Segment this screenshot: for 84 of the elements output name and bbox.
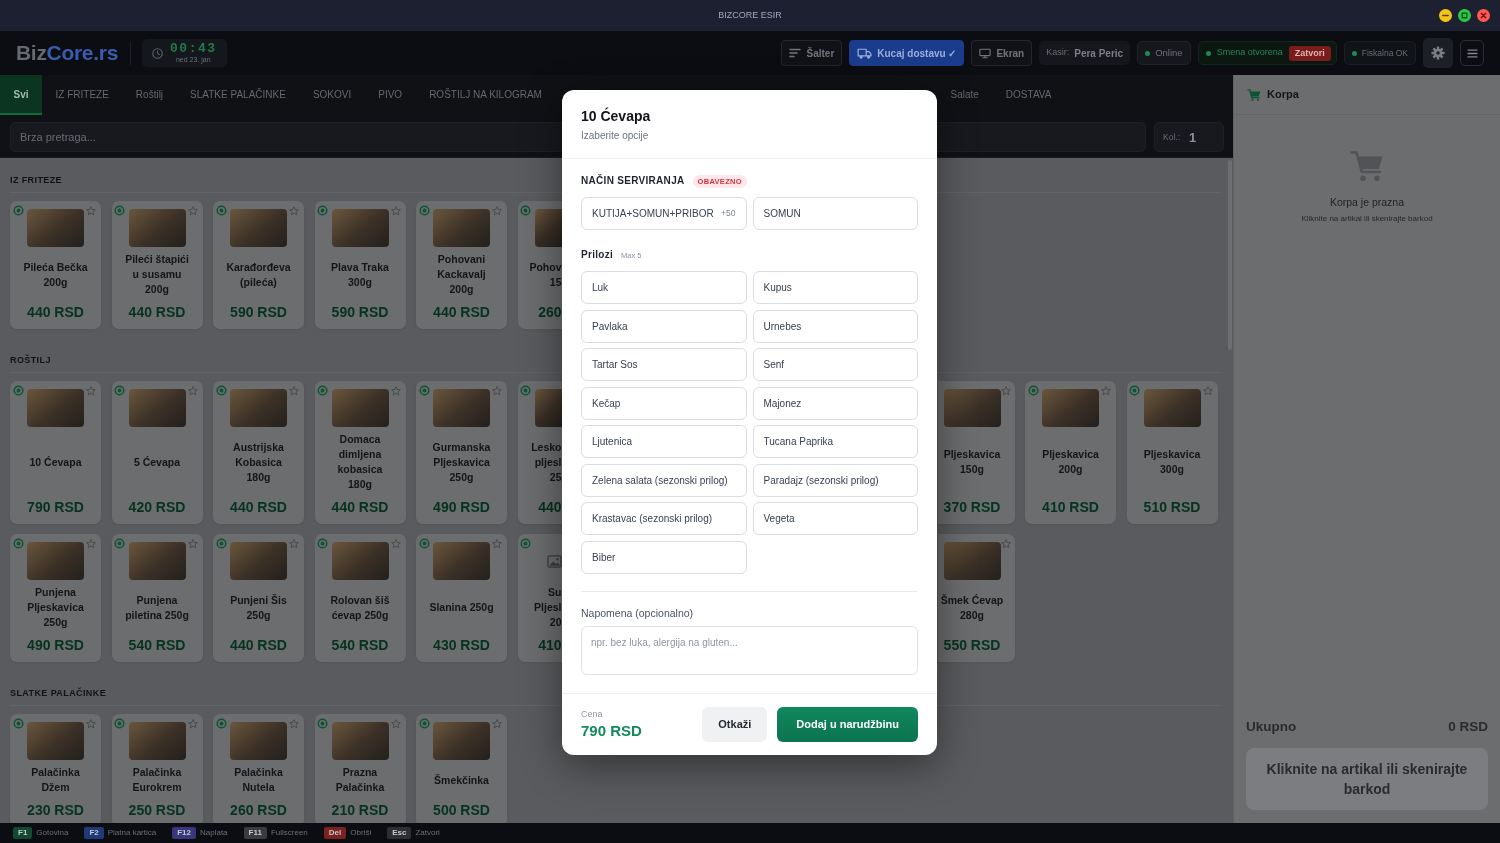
- product-price: 440 RSD: [331, 499, 389, 515]
- product-price: 510 RSD: [1143, 499, 1201, 515]
- cashier-name: Pera Peric: [1074, 46, 1124, 61]
- empty-cart-title: Korpa je prazna: [1329, 196, 1405, 209]
- product-name: Pohov 15: [528, 259, 562, 290]
- product-name: Pljeskavica 150g: [942, 447, 1002, 477]
- product-name: Austrijska Kobasica 180g: [232, 439, 285, 485]
- product-price: 230 RSD: [27, 802, 84, 818]
- product-price: 500 RSD: [433, 802, 490, 818]
- product-price: 790 RSD: [27, 499, 84, 515]
- shortcut-label: Gotovina: [36, 828, 69, 838]
- product-price: 260 RSD: [230, 802, 287, 818]
- product-price: 440 RSD: [433, 304, 490, 320]
- product-name: Šmekčinka: [433, 772, 490, 788]
- price-value: 790 RSD: [581, 721, 642, 740]
- cart-title: Korpa: [1267, 87, 1299, 103]
- product-name: Palačinka Nutela: [233, 765, 284, 795]
- product-name: Plava Traka 300g: [330, 259, 390, 290]
- dialog-title: 10 Ćevapa: [581, 107, 652, 125]
- shortcut-label: Obriši: [350, 828, 372, 838]
- dialog-subtitle: Izaberite opcije: [581, 130, 650, 142]
- product-price: 490 RSD: [433, 499, 490, 515]
- product-price: 440 RSD: [230, 499, 287, 515]
- product-name: Palačinka Džem: [30, 765, 81, 795]
- product-name: 5 Ćevapa: [132, 454, 182, 470]
- section-title: ROŠTILJ: [10, 355, 51, 365]
- product-price: 440: [538, 499, 562, 515]
- product-price: 250 RSD: [128, 802, 186, 818]
- cashier-label: Kasir:: [1046, 46, 1070, 60]
- status-label: Online: [1155, 45, 1183, 60]
- product-price: 440 RSD: [27, 304, 84, 320]
- product-name: Punjeni Šis 250g: [229, 592, 288, 623]
- product-price: 420 RSD: [128, 499, 186, 515]
- product-name: Karađorđeva (pileća): [225, 259, 292, 290]
- product-name: Punjena piletina 250g: [124, 592, 190, 623]
- logo: BizCore.rs: [16, 42, 119, 64]
- product-name: Pljeskavica 300g: [1142, 447, 1202, 477]
- shortcut-label: Naplata: [200, 828, 228, 838]
- shortcut-label: Zatvori: [415, 828, 440, 838]
- group-title: Prilozi: [581, 249, 614, 261]
- clock-time: 00:43: [170, 42, 217, 55]
- product-name: Rolovan šiš ćevap 250g: [329, 592, 391, 623]
- product-price: 370 RSD: [943, 499, 1001, 515]
- note-label: Napomena (opcionalno): [581, 606, 695, 619]
- product-price: 210 RSD: [331, 802, 389, 818]
- product-name: Gurmanska Pljeskavica 250g: [431, 439, 492, 485]
- product-price: 260: [538, 304, 562, 320]
- product-price: 590 RSD: [331, 304, 389, 320]
- shortcut-label: Fullscreen: [270, 828, 308, 838]
- product-price: 410 RSD: [1042, 499, 1099, 515]
- total-label: Ukupno: [1246, 719, 1297, 735]
- product-name: Slanina 250g: [428, 600, 495, 615]
- product-name: Pohovani Kackavalj 200g: [436, 252, 487, 297]
- status-label: Smena otvorena: [1216, 46, 1283, 60]
- shortcut-label: Platna kartica: [107, 828, 157, 838]
- product-price: 440 RSD: [128, 304, 186, 320]
- product-name: Pileći štapići u susamu 200g: [124, 252, 190, 297]
- product-name: 10 Ćevapa: [28, 454, 83, 470]
- product-name: Šmek Ćevap 280g: [939, 592, 1005, 623]
- section-title: IZ FRITEZE: [10, 175, 62, 185]
- product-name: Lesko pljesl 25: [530, 439, 562, 485]
- product-price: 540 RSD: [128, 637, 186, 653]
- product-name: Pileća Bečka 200g: [22, 259, 89, 290]
- section-title: SLATKE PALAČINKE: [10, 688, 107, 698]
- window-title: BIZCORE ESIR: [718, 10, 782, 21]
- quantity-label: Kol.:: [1163, 130, 1180, 144]
- product-name: Palačinka Eurokrem: [131, 765, 183, 795]
- product-price: 490 RSD: [27, 637, 84, 653]
- product-price: 590 RSD: [230, 304, 287, 320]
- product-price: 440 RSD: [230, 637, 287, 653]
- product-name: Punjena Pljeskavica 250g: [26, 585, 85, 630]
- product-name: Pljeskavica 200g: [1041, 447, 1100, 477]
- product-name: Domaca dimljena kobasica 180g: [336, 432, 384, 492]
- status-label: Fiskalna OK: [1361, 46, 1408, 60]
- quantity-value: 1: [1189, 129, 1197, 145]
- product-price: 540 RSD: [331, 637, 389, 653]
- price-label: Cena: [581, 708, 604, 720]
- product-name: Prazna Palačinka: [334, 765, 386, 795]
- product-price: 550 RSD: [943, 637, 1001, 653]
- product-price: 430 RSD: [433, 637, 490, 653]
- product-name: Su Pljesl 20: [533, 585, 562, 630]
- group-title: NAČIN SERVIRANJA: [581, 175, 685, 187]
- total-value: 0 RSD: [1448, 719, 1488, 735]
- product-price: 410: [538, 637, 562, 653]
